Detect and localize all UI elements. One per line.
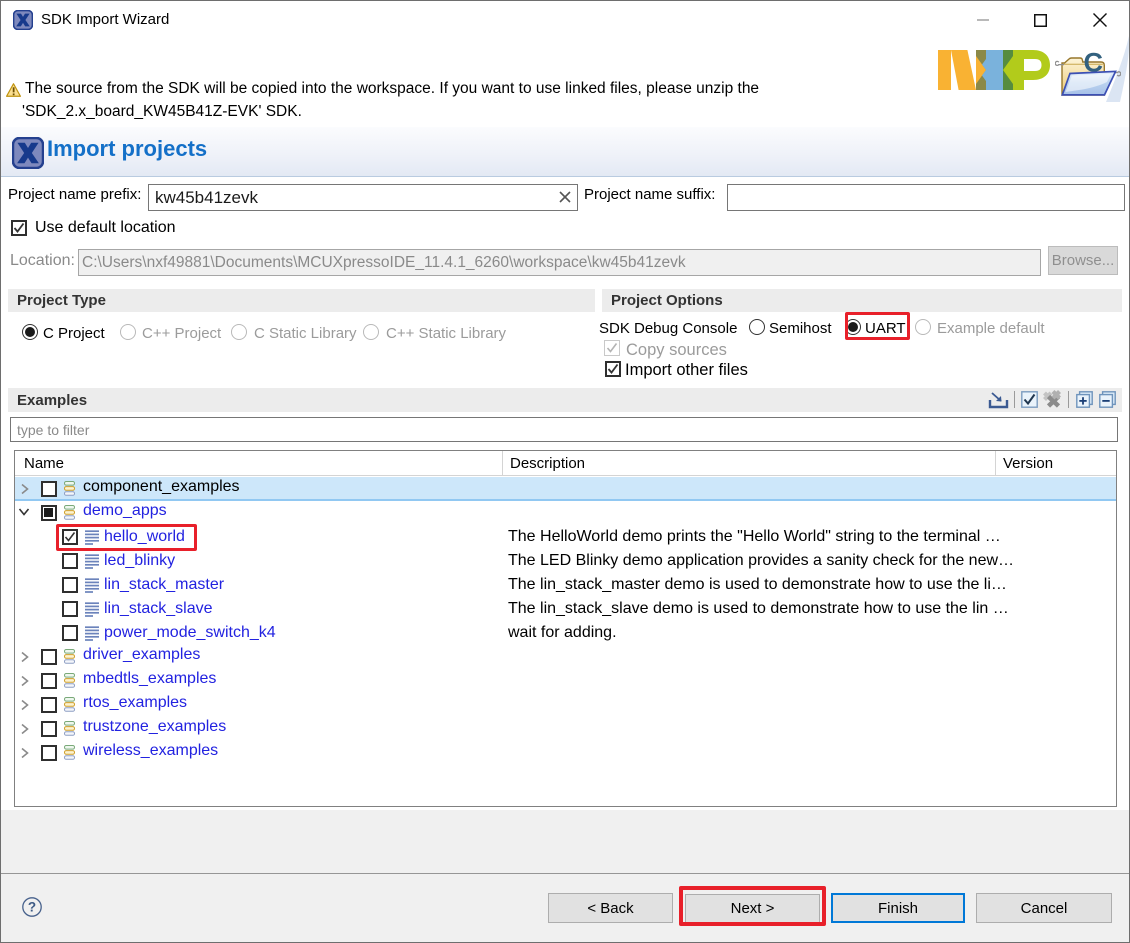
svg-text:?: ? (28, 900, 36, 915)
